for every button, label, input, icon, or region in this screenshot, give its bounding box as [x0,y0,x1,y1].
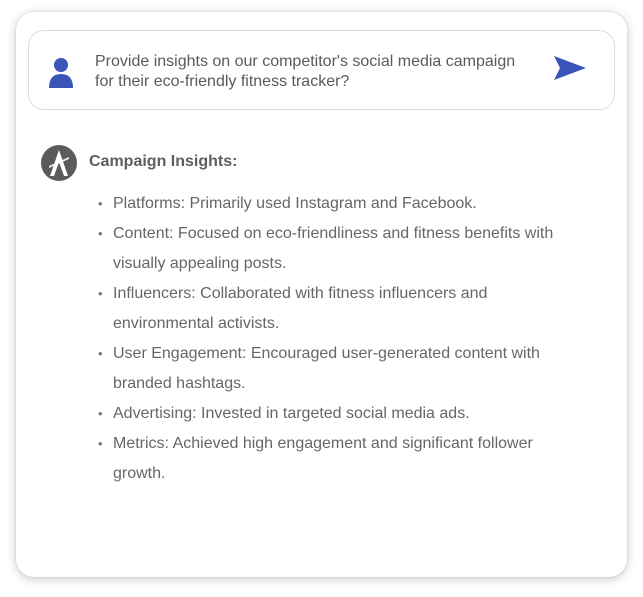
list-item: • Content: Focused on eco-friendliness an… [98,225,554,272]
user-icon [48,57,74,89]
list-item: • Metrics: Achieved high engagement and s… [98,435,533,482]
insights-list: • Platforms: Primarily used Instagram and… [98,189,583,489]
list-item: • User Engagement: Encouraged user-genera… [98,345,540,392]
send-button[interactable] [551,54,589,86]
chat-card: Provide insights on our competitor's soc… [16,12,627,577]
list-item: • Platforms: Primarily used Instagram and… [98,195,477,212]
prompt-text: Provide insights on our competitor's soc… [95,53,516,90]
list-item: • Advertising: Invested in targeted socia… [98,405,470,422]
assistant-logo-icon [41,145,77,181]
response-heading: Campaign Insights: [89,153,238,170]
prompt-box: Provide insights on our competitor's soc… [28,30,615,110]
list-item: • Influencers: Collaborated with fitness … [98,285,488,332]
send-icon [552,54,588,87]
